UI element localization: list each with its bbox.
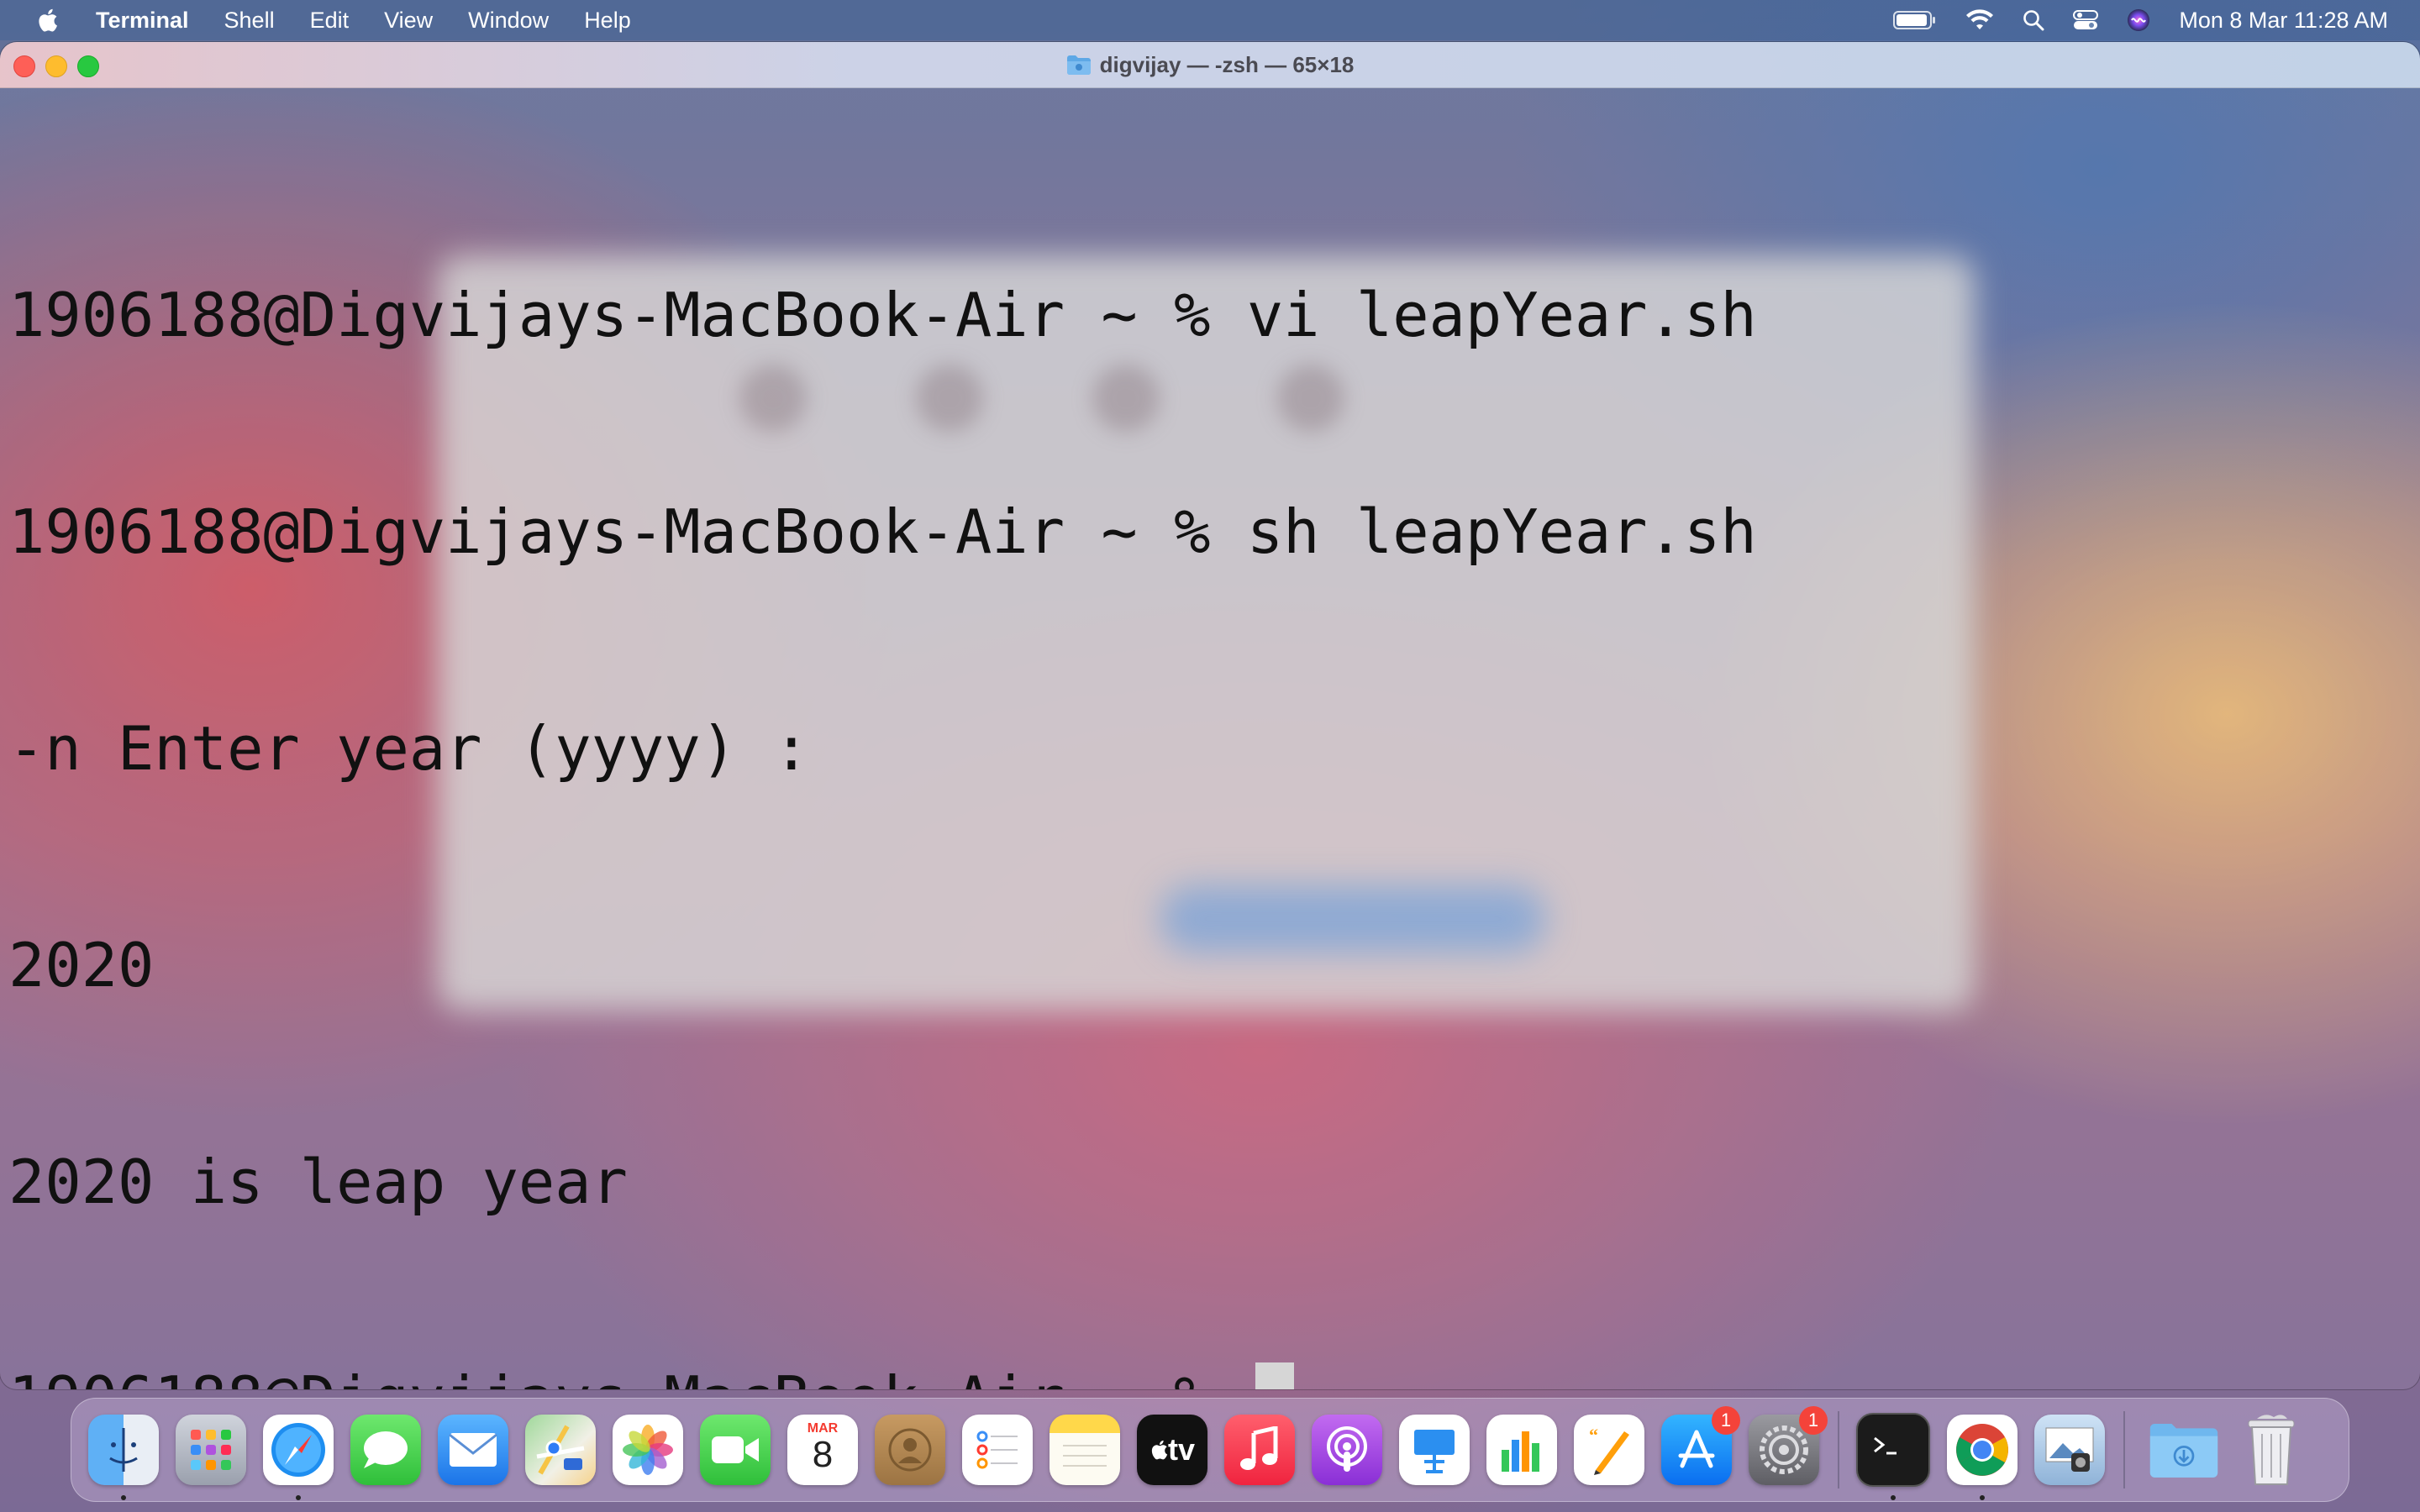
dock-separator: [1838, 1411, 1839, 1488]
terminal-prompt: 1906188@Digvijays-MacBook-Air ~ %: [8, 1363, 1247, 1389]
dock-contacts[interactable]: [875, 1415, 945, 1485]
menu-clock[interactable]: Mon 8 Mar 11:28 AM: [2179, 8, 2388, 34]
downloads-folder-icon: [2149, 1423, 2218, 1478]
notification-badge: 1: [1799, 1406, 1828, 1435]
terminal-prompt-icon: [1874, 1436, 1897, 1455]
dock: MAR 8 tv “ 1 1: [71, 1398, 2349, 1502]
dock-preview[interactable]: [2034, 1415, 2105, 1485]
dock-launchpad[interactable]: [176, 1415, 246, 1485]
terminal-line: 2020: [8, 930, 155, 1000]
menu-window[interactable]: Window: [468, 8, 549, 34]
spotlight-search-icon[interactable]: [2023, 9, 2044, 31]
running-indicator: [1980, 1495, 1985, 1500]
apple-logo-icon: [1151, 1440, 1168, 1460]
terminal-output: 1906188@Digvijays-MacBook-Air ~ % vi lea…: [8, 134, 1757, 1389]
control-center-icon[interactable]: [2073, 9, 2099, 31]
menu-view[interactable]: View: [384, 8, 433, 34]
menu-shell[interactable]: Shell: [224, 8, 275, 34]
battery-icon[interactable]: [1893, 9, 1937, 31]
terminal-line: -n Enter year (yyyy) :: [8, 713, 810, 784]
menu-help[interactable]: Help: [584, 8, 631, 34]
dock-terminal[interactable]: [1856, 1413, 1930, 1500]
app-store-a-icon: [1678, 1430, 1715, 1468]
window-title: digvijay — -zsh — 65×18: [1099, 51, 1355, 77]
launchpad-grid-icon: [191, 1430, 231, 1470]
podcast-icon: [1327, 1426, 1367, 1472]
window-titlebar[interactable]: digvijay — -zsh — 65×18: [0, 42, 2420, 88]
video-camera-icon: [712, 1436, 759, 1463]
text-cursor: [1255, 1362, 1294, 1389]
dock-chrome[interactable]: [1947, 1415, 2018, 1500]
dock-maps[interactable]: [525, 1415, 596, 1485]
dock-app-store[interactable]: 1: [1661, 1406, 1740, 1485]
dock-downloads-folder[interactable]: [2149, 1415, 2219, 1485]
dock-trash[interactable]: [2236, 1415, 2307, 1485]
dock-calendar[interactable]: MAR 8: [787, 1415, 858, 1485]
window-title-area: digvijay — -zsh — 65×18: [0, 42, 2420, 87]
dock-photos[interactable]: [613, 1415, 683, 1485]
notification-badge: 1: [1712, 1406, 1740, 1435]
calendar-day: 8: [812, 1434, 834, 1475]
terminal-line: 2020 is leap year: [8, 1147, 628, 1217]
trash-icon: [2248, 1415, 2295, 1485]
speech-bubble-icon: [364, 1431, 408, 1468]
terminal-line: 1906188@Digvijays-MacBook-Air ~ % vi lea…: [8, 280, 1757, 350]
svg-text:“: “: [1589, 1425, 1598, 1446]
running-indicator: [1891, 1495, 1896, 1500]
pages-pen-icon: “: [1589, 1425, 1629, 1475]
menu-edit[interactable]: Edit: [310, 8, 350, 34]
folder-icon: [1066, 54, 1092, 76]
terminal-line: 1906188@Digvijays-MacBook-Air ~ % sh lea…: [8, 496, 1757, 567]
contact-person-icon: [888, 1428, 932, 1472]
terminal-prompt-line[interactable]: 1906188@Digvijays-MacBook-Air ~ %: [8, 1362, 1757, 1389]
map-icon: [536, 1425, 585, 1475]
status-area: Mon 8 Mar 11:28 AM: [1893, 0, 2420, 40]
dock-pages[interactable]: “: [1574, 1415, 1644, 1485]
checklist-icon: [976, 1431, 1018, 1469]
numbers-bar-icon: [1502, 1431, 1539, 1472]
dock-separator: [2123, 1411, 2125, 1488]
dock-system-preferences[interactable]: 1: [1749, 1406, 1828, 1485]
apple-menu-icon[interactable]: [35, 6, 59, 34]
dock-music[interactable]: [1224, 1415, 1295, 1485]
keynote-podium-icon: [1414, 1430, 1455, 1473]
safari-compass-icon: [271, 1423, 325, 1477]
menu-app-terminal[interactable]: Terminal: [96, 8, 189, 34]
wifi-icon[interactable]: [1965, 9, 1994, 31]
dock-keynote[interactable]: [1399, 1415, 1470, 1485]
preview-photo-icon: [2045, 1427, 2094, 1472]
dock-numbers[interactable]: [1486, 1415, 1557, 1485]
dock-podcasts[interactable]: [1312, 1415, 1382, 1485]
running-indicator: [121, 1495, 126, 1500]
dock-facetime[interactable]: [700, 1415, 771, 1485]
music-note-icon: [1240, 1426, 1278, 1470]
finder-face-icon: [109, 1428, 138, 1472]
notes-lines-icon: [1063, 1445, 1107, 1467]
tv-label: tv: [1167, 1432, 1195, 1467]
dock-finder[interactable]: [88, 1415, 159, 1500]
terminal-content[interactable]: 1906188@Digvijays-MacBook-Air ~ % vi lea…: [0, 87, 2420, 1389]
chrome-logo-icon: [1956, 1424, 2008, 1476]
gear-icon: [1760, 1425, 1808, 1474]
dock-messages[interactable]: [350, 1415, 421, 1485]
running-indicator: [296, 1495, 301, 1500]
photos-flower-icon: [623, 1425, 673, 1475]
menu-bar: Terminal Shell Edit View Window Help Mon…: [0, 0, 2420, 40]
terminal-window: digvijay — -zsh — 65×18 1906188@Digvijay…: [0, 42, 2420, 1389]
dock-notes[interactable]: [1050, 1415, 1120, 1485]
envelope-icon: [449, 1433, 497, 1467]
dock-safari[interactable]: [263, 1415, 334, 1500]
siri-icon[interactable]: [2127, 8, 2150, 32]
dock-mail[interactable]: [438, 1415, 508, 1485]
dock-tv[interactable]: tv: [1137, 1415, 1207, 1485]
dock-reminders[interactable]: [962, 1415, 1033, 1485]
